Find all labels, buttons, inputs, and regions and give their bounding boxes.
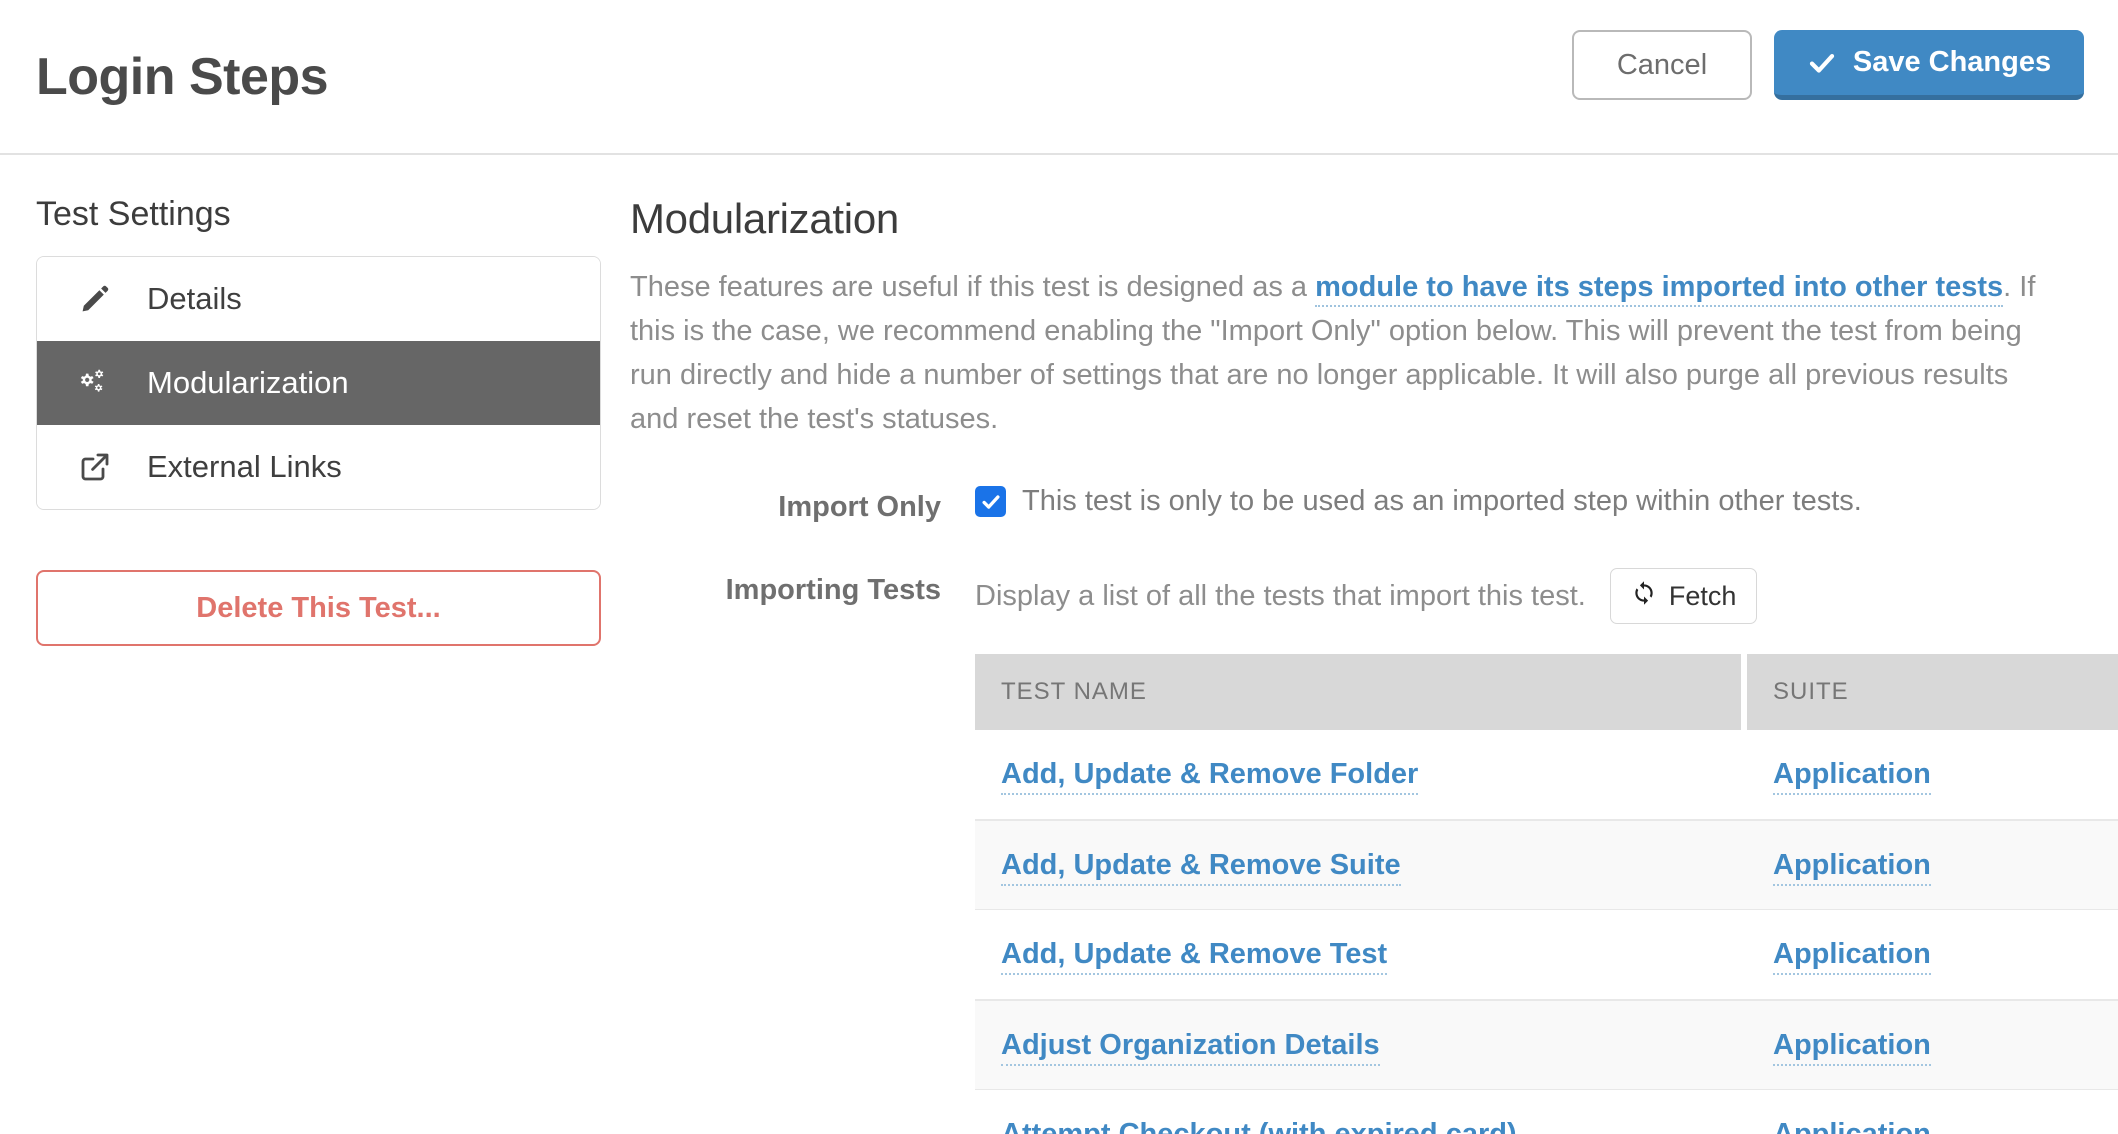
sidebar-item-label: Modularization: [147, 365, 349, 400]
suite-link[interactable]: Application: [1773, 1028, 1931, 1066]
import-only-row: Import Only This test is only to be used…: [630, 485, 2118, 524]
pencil-icon: [79, 282, 121, 316]
sidebar-heading: Test Settings: [36, 195, 231, 233]
import-only-description: This test is only to be used as an impor…: [1022, 485, 1862, 518]
main-content: Modularization These features are useful…: [630, 195, 2118, 1134]
column-header-suite: SUITE: [1747, 654, 2118, 731]
cancel-button[interactable]: Cancel: [1572, 30, 1752, 100]
test-name-link[interactable]: Attempt Checkout (with expired card): [1001, 1118, 1517, 1134]
intro-text-before: These features are useful if this test i…: [630, 271, 1316, 303]
header-actions: Cancel Save Changes: [1572, 30, 2084, 100]
table-header-row: TEST NAME SUITE: [975, 654, 2118, 731]
suite-link[interactable]: Application: [1773, 938, 1931, 976]
fetch-label: Fetch: [1668, 580, 1737, 611]
suite-link[interactable]: Application: [1773, 848, 1931, 886]
save-changes-button[interactable]: Save Changes: [1774, 30, 2084, 100]
section-description: These features are useful if this test i…: [630, 265, 2050, 441]
test-name-link[interactable]: Adjust Organization Details: [1001, 1028, 1380, 1066]
module-import-link[interactable]: module to have its steps imported into o…: [1315, 271, 2004, 307]
check-icon: [1807, 48, 1837, 78]
sidebar-item-label: Details: [147, 281, 242, 316]
table-row: Attempt Checkout (with expired card) App…: [975, 1090, 2118, 1134]
page-body: Test Settings Details Modularization Ext…: [0, 155, 2118, 1134]
importing-tests-row: Importing Tests Display a list of all th…: [630, 568, 2118, 1134]
app-header: Login Steps Cancel Save Changes: [0, 0, 2118, 155]
import-only-checkbox[interactable]: [975, 486, 1006, 518]
importing-tests-table: TEST NAME SUITE Add, Update & Remove Fol…: [975, 654, 2118, 1134]
sidebar-item-label: External Links: [147, 449, 342, 484]
table-row: Adjust Organization Details Application: [975, 1000, 2118, 1091]
table-row: Add, Update & Remove Folder Application: [975, 730, 2118, 821]
importing-tests-description: Display a list of all the tests that imp…: [975, 579, 1586, 612]
page-title: Login Steps: [36, 47, 329, 106]
import-only-label: Import Only: [778, 491, 941, 524]
refresh-icon: [1631, 580, 1657, 613]
delete-test-button[interactable]: Delete This Test...: [36, 570, 601, 646]
external-link-icon: [79, 450, 121, 484]
sidebar: Test Settings Details Modularization Ext…: [0, 195, 630, 1134]
sidebar-item-modularization[interactable]: Modularization: [37, 341, 600, 425]
sidebar-item-details[interactable]: Details: [37, 257, 600, 341]
settings-nav-list: Details Modularization External Links: [36, 256, 601, 510]
sidebar-item-external-links[interactable]: External Links: [37, 425, 600, 509]
test-name-link[interactable]: Add, Update & Remove Test: [1001, 938, 1388, 976]
fetch-button[interactable]: Fetch: [1609, 568, 1758, 625]
cogs-icon: [79, 366, 121, 400]
table-row: Add, Update & Remove Suite Application: [975, 820, 2118, 911]
test-name-link[interactable]: Add, Update & Remove Suite: [1001, 848, 1401, 886]
table-row: Add, Update & Remove Test Application: [975, 910, 2118, 1001]
importing-tests-label: Importing Tests: [725, 574, 941, 607]
suite-link[interactable]: Application: [1773, 758, 1931, 796]
column-header-test-name: TEST NAME: [975, 654, 1741, 731]
save-changes-label: Save Changes: [1852, 46, 2052, 78]
suite-link[interactable]: Application: [1773, 1118, 1931, 1134]
section-title: Modularization: [630, 195, 899, 242]
test-name-link[interactable]: Add, Update & Remove Folder: [1001, 758, 1419, 796]
